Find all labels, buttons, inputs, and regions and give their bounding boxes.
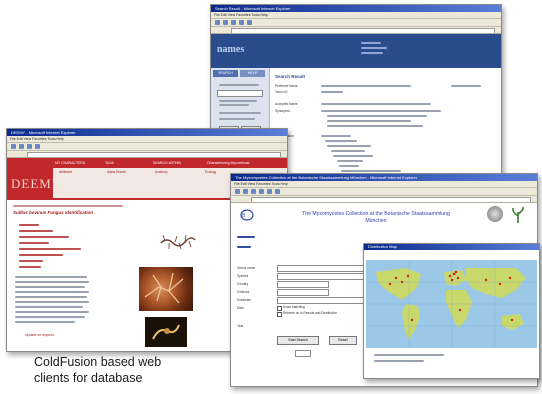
myxo-address-field[interactable] bbox=[251, 197, 531, 202]
label-synonyms: Synonyms bbox=[275, 109, 290, 113]
refresh-icon[interactable] bbox=[239, 20, 244, 25]
tab-help[interactable]: HELP bbox=[240, 70, 265, 77]
names-address-bar bbox=[211, 27, 501, 34]
stop-icon[interactable] bbox=[231, 20, 236, 25]
names-menubar[interactable]: File Edit View Favorites Tools Help bbox=[211, 12, 501, 19]
myxo-logo-left: B bbox=[239, 208, 255, 222]
mycorrhiza-drawing bbox=[157, 231, 197, 253]
country-input[interactable] bbox=[277, 281, 329, 288]
deemy-breadcrumb bbox=[13, 205, 123, 207]
fungus-photo-2 bbox=[145, 317, 187, 347]
map-browser-window: Distribution Map bbox=[363, 243, 540, 379]
deemy-subnav-attributes[interactable]: Attributes bbox=[59, 170, 72, 174]
label-genus: Genus name bbox=[237, 266, 256, 270]
names-result-heading: Search Result bbox=[275, 74, 306, 79]
svg-text:B: B bbox=[242, 213, 246, 219]
deemy-subnav-anatomy[interactable]: Anatomy bbox=[155, 170, 168, 174]
stop-icon[interactable] bbox=[27, 144, 32, 149]
forward-icon[interactable] bbox=[223, 20, 228, 25]
forward-icon[interactable] bbox=[19, 144, 24, 149]
label-date: Date bbox=[237, 306, 244, 310]
stop-icon[interactable] bbox=[251, 189, 256, 194]
deemy-subnav-ecology[interactable]: Ecology bbox=[205, 170, 216, 174]
start-search-button[interactable]: Start Search bbox=[277, 336, 319, 345]
map-window-titlebar: Distribution Map bbox=[364, 244, 539, 250]
collector-input[interactable] bbox=[277, 289, 329, 296]
deemy-footer-link[interactable]: Update on request bbox=[25, 333, 54, 337]
label-accepted-name: Accepted Name bbox=[275, 102, 298, 106]
deemy-address-bar bbox=[7, 151, 287, 158]
deemy-window-titlebar: DEEMY - Microsoft Internet Explorer bbox=[7, 129, 287, 136]
deemy-page-heading: Suillus bovinus Fungus Identification bbox=[13, 210, 94, 215]
names-header-band: names bbox=[211, 34, 501, 68]
label-species: Species bbox=[237, 274, 249, 278]
deemy-menubar[interactable]: File Edit View Favorites Tools Help bbox=[7, 136, 287, 143]
caption-line-1: ColdFusion based web bbox=[34, 355, 162, 369]
myxo-address-bar bbox=[231, 196, 537, 203]
myxo-toolbar bbox=[231, 188, 537, 196]
deemy-nav-characters[interactable]: MY CHARACTERS bbox=[55, 161, 85, 165]
label-collector: Collector bbox=[237, 290, 250, 294]
deemy-toolbar bbox=[7, 143, 287, 151]
deemy-nav-subtitle: Characterizing Mycorrhizae bbox=[207, 161, 250, 165]
search-icon[interactable] bbox=[275, 189, 280, 194]
language-select[interactable] bbox=[295, 350, 311, 357]
world-map-svg bbox=[366, 260, 537, 348]
names-search-field[interactable] bbox=[217, 90, 263, 97]
tab-search[interactable]: SEARCH bbox=[213, 70, 238, 77]
seal-icon bbox=[487, 206, 503, 222]
exact-matching-checkbox[interactable] bbox=[277, 306, 282, 311]
back-icon[interactable] bbox=[215, 20, 220, 25]
names-logo: names bbox=[217, 44, 245, 55]
refresh-icon[interactable] bbox=[259, 189, 264, 194]
caption-line-2: clients for database bbox=[34, 371, 143, 385]
results-distribution-checkbox[interactable] bbox=[277, 312, 282, 317]
world-distribution-map bbox=[366, 260, 537, 348]
label-preferred-name: Preferred Name bbox=[275, 84, 298, 88]
back-icon[interactable] bbox=[11, 144, 16, 149]
exact-matching-label: Exact matching bbox=[283, 305, 305, 309]
names-toolbar bbox=[211, 19, 501, 27]
slide-caption: ColdFusion based web clients for databas… bbox=[34, 354, 161, 386]
label-substrate: Substrate bbox=[237, 298, 251, 302]
forward-icon[interactable] bbox=[243, 189, 248, 194]
results-distribution-label: Retrieve on in Results and Distribution bbox=[283, 311, 338, 315]
home-icon[interactable] bbox=[247, 20, 252, 25]
deemy-nav-taxa[interactable]: TAXA bbox=[105, 161, 114, 165]
plant-logo-icon bbox=[509, 206, 527, 224]
deemy-subnav-alpha[interactable]: Alpha Search bbox=[107, 170, 126, 174]
reset-button[interactable]: Reset bbox=[329, 336, 357, 345]
refresh-icon[interactable] bbox=[35, 144, 40, 149]
names-window-titlebar: Search Result - Microsoft Internet Explo… bbox=[211, 5, 501, 12]
myxo-page-title-1: The Myxomycetes Collection at the Botani… bbox=[302, 211, 450, 217]
myxo-page-title-2: München bbox=[365, 218, 387, 224]
home-icon[interactable] bbox=[267, 189, 272, 194]
deemy-nav-search[interactable]: SEARCH WITHIN bbox=[153, 161, 181, 165]
label-taxon-id: Taxon ID bbox=[275, 90, 288, 94]
back-icon[interactable] bbox=[235, 189, 240, 194]
myxo-window-titlebar: The Myxomycetes Collection at the Botani… bbox=[231, 174, 537, 181]
myxo-menubar[interactable]: File Edit View Favorites Tools Help bbox=[231, 181, 537, 188]
fungus-photo-1 bbox=[139, 267, 193, 311]
label-year: Year bbox=[237, 324, 244, 328]
label-country: Country bbox=[237, 282, 249, 286]
